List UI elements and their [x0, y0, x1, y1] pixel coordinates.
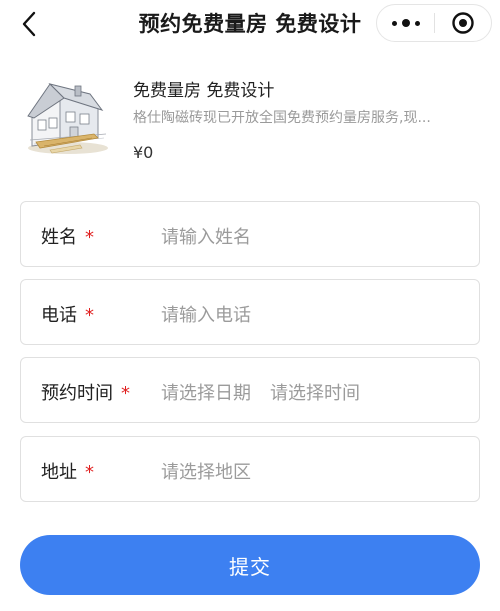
phone-field[interactable]: 电话 * 请输入电话 — [20, 279, 480, 345]
mini-program-capsule — [376, 4, 492, 42]
phone-input[interactable]: 请输入电话 — [161, 301, 251, 327]
appointment-time-field: 预约时间 * 请选择日期 请选择时间 — [20, 357, 480, 423]
name-label: 姓名 * — [41, 227, 94, 248]
product-price: ¥0 — [133, 143, 154, 162]
appointment-time-label: 预约时间 * — [41, 383, 130, 404]
address-field[interactable]: 地址 * 请选择地区 — [20, 436, 480, 502]
house-sketch-image — [20, 72, 110, 160]
name-input[interactable]: 请输入姓名 — [161, 223, 251, 249]
name-field[interactable]: 姓名 * 请输入姓名 — [20, 201, 480, 267]
required-mark: * — [121, 383, 130, 404]
navigation-bar: 预约免费量房 免费设计 — [0, 0, 500, 48]
submit-button[interactable]: 提交 — [20, 535, 480, 595]
product-card: 免费量房 免费设计 格仕陶磁砖现已开放全国免费预约量房服务,现... ¥0 — [20, 66, 480, 176]
target-close-icon — [452, 12, 474, 34]
date-picker[interactable]: 请选择日期 — [161, 379, 251, 405]
required-mark: * — [85, 305, 94, 326]
address-label: 地址 * — [41, 462, 94, 483]
close-button[interactable] — [435, 5, 491, 41]
more-button[interactable] — [377, 5, 434, 41]
phone-label: 电话 * — [41, 305, 94, 326]
required-mark: * — [85, 462, 94, 483]
more-dots-icon — [391, 20, 397, 26]
region-picker[interactable]: 请选择地区 — [161, 458, 251, 484]
product-title: 免费量房 免费设计 — [133, 81, 275, 101]
product-description: 格仕陶磁砖现已开放全国免费预约量房服务,现... — [133, 110, 431, 126]
required-mark: * — [85, 227, 94, 248]
time-picker[interactable]: 请选择时间 — [270, 379, 360, 405]
